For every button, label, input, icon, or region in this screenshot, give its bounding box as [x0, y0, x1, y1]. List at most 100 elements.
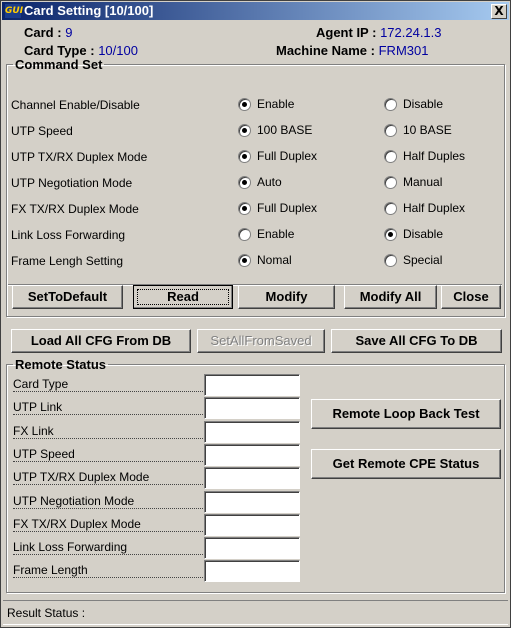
radio-circle-icon [384, 253, 397, 267]
card-label: Card : [24, 25, 62, 40]
radio-option-label: Half Duples [403, 149, 466, 163]
radio-option-1[interactable]: Enable [238, 227, 294, 241]
remote-loop-back-test-button[interactable]: Remote Loop Back Test [311, 399, 501, 429]
dotted-leader [13, 391, 203, 392]
remote-status-label: Card Type [13, 377, 203, 395]
radio-circle-icon [238, 201, 251, 215]
radio-option-label: Disable [403, 227, 444, 241]
radio-option-2[interactable]: Disable [384, 227, 443, 241]
radio-option-1[interactable]: Enable [238, 97, 294, 111]
remote-status-value-field[interactable] [204, 397, 300, 419]
radio-option-2[interactable]: Half Duplex [384, 201, 465, 215]
remote-status-label-text: UTP Link [13, 400, 63, 415]
radio-selected-dot-icon [242, 257, 247, 263]
result-status-label: Result Status : [7, 606, 86, 620]
modify-all-button[interactable]: Modify All [344, 285, 437, 309]
card-type-value: 10/100 [98, 43, 138, 58]
close-button[interactable]: Close [441, 285, 501, 309]
card-type-label: Card Type : [24, 43, 95, 58]
radio-circle-icon [384, 149, 397, 163]
remote-status-value-field[interactable] [204, 560, 300, 582]
radio-circle-icon [384, 227, 397, 241]
command-row-label: Channel Enable/Disable [11, 98, 140, 112]
machine-name-info: Machine Name : FRM301 [276, 43, 428, 58]
radio-option-label: Half Duplex [403, 201, 466, 215]
radio-circle-icon [238, 175, 251, 189]
command-row-label: UTP Negotiation Mode [11, 176, 133, 190]
remote-status-value-field[interactable] [204, 467, 300, 489]
radio-option-1[interactable]: Nomal [238, 253, 292, 267]
remote-status-label-text: FX Link [13, 423, 54, 438]
radio-option-1[interactable]: Full Duplex [238, 149, 317, 163]
radio-selected-dot-icon [242, 127, 247, 133]
remote-status-value-field[interactable] [204, 444, 300, 466]
radio-circle-icon [238, 227, 251, 241]
radio-circle-icon [384, 201, 397, 215]
remote-status-value-field[interactable] [204, 491, 300, 513]
remote-status-label: UTP Speed [13, 446, 203, 465]
remote-status-label: Link Loss Forwarding [13, 540, 203, 558]
radio-option-label: Full Duplex [257, 201, 318, 215]
radio-option-1[interactable]: 100 BASE [238, 123, 312, 137]
modify-button[interactable]: Modify [238, 285, 335, 309]
machine-name-label: Machine Name : [276, 43, 375, 58]
get-remote-cpe-status-button[interactable]: Get Remote CPE Status [311, 449, 501, 479]
radio-option-2[interactable]: Disable [384, 97, 443, 111]
dotted-leader [13, 554, 203, 556]
card-type-info: Card Type : 10/100 [24, 43, 138, 58]
radio-option-label: Auto [257, 175, 282, 189]
radio-selected-dot-icon [242, 153, 247, 159]
load-all-cfg-button[interactable]: Load All CFG From DB [11, 329, 191, 353]
remote-status-label: Frame Length [13, 563, 203, 581]
title-bar[interactable]: GUI Card Setting [10/100] X [2, 2, 509, 20]
set-to-default-button[interactable]: SetToDefault [12, 285, 123, 309]
agent-ip-value: 172.24.1.3 [380, 25, 442, 40]
radio-selected-dot-icon [242, 179, 247, 185]
radio-selected-dot-icon [388, 231, 393, 237]
remote-status-value-field[interactable] [204, 374, 300, 396]
remote-status-label-text: FX TX/RX Duplex Mode [13, 516, 141, 531]
save-all-cfg-button[interactable]: Save All CFG To DB [331, 329, 502, 353]
window-title: Card Setting [10/100] [24, 3, 154, 18]
remote-status-label-text: Card Type [13, 377, 69, 391]
radio-circle-icon [238, 149, 251, 163]
radio-circle-icon [384, 97, 397, 111]
remote-status-value-field[interactable] [204, 421, 300, 443]
command-set-legend: Command Set [15, 57, 103, 72]
remote-status-value-field[interactable] [204, 514, 300, 536]
radio-option-1[interactable]: Auto [238, 175, 282, 189]
remote-status-label-text: Frame Length [13, 563, 88, 578]
radio-option-label: Full Duplex [257, 149, 318, 163]
radio-option-label: Disable [403, 97, 444, 111]
radio-circle-icon [238, 253, 251, 267]
remote-status-label: UTP TX/RX Duplex Mode [13, 470, 203, 488]
remote-status-legend: Remote Status [15, 357, 107, 372]
card-value: 9 [65, 25, 73, 40]
radio-selected-dot-icon [242, 101, 247, 107]
app-icon: GUI [5, 4, 24, 18]
command-row-label: FX TX/RX Duplex Mode [11, 202, 139, 216]
read-button[interactable]: Read [133, 285, 233, 309]
radio-option-2[interactable]: Manual [384, 175, 442, 189]
radio-option-2[interactable]: 10 BASE [384, 123, 452, 137]
radio-circle-icon [238, 123, 251, 137]
radio-option-label: Nomal [257, 253, 292, 267]
radio-option-2[interactable]: Half Duples [384, 149, 465, 163]
radio-option-label: Enable [257, 97, 295, 111]
command-row-label: Link Loss Forwarding [11, 228, 126, 242]
dotted-leader [13, 414, 203, 416]
remote-status-label-text: Link Loss Forwarding [13, 540, 128, 555]
dotted-leader [13, 460, 203, 462]
read-button-label: Read [137, 289, 229, 305]
command-row-label: Frame Lengh Setting [11, 254, 124, 268]
command-row-label: UTP Speed [11, 124, 73, 138]
radio-option-2[interactable]: Special [384, 253, 442, 267]
close-icon[interactable]: X [491, 4, 507, 19]
remote-status-label: FX TX/RX Duplex Mode [13, 516, 203, 535]
radio-selected-dot-icon [242, 205, 247, 211]
radio-option-1[interactable]: Full Duplex [238, 201, 317, 215]
command-row-label: UTP TX/RX Duplex Mode [11, 150, 148, 164]
remote-status-value-field[interactable] [204, 537, 300, 559]
machine-name-value: FRM301 [378, 43, 429, 58]
remote-status-label-text: UTP Negotiation Mode [13, 493, 135, 508]
